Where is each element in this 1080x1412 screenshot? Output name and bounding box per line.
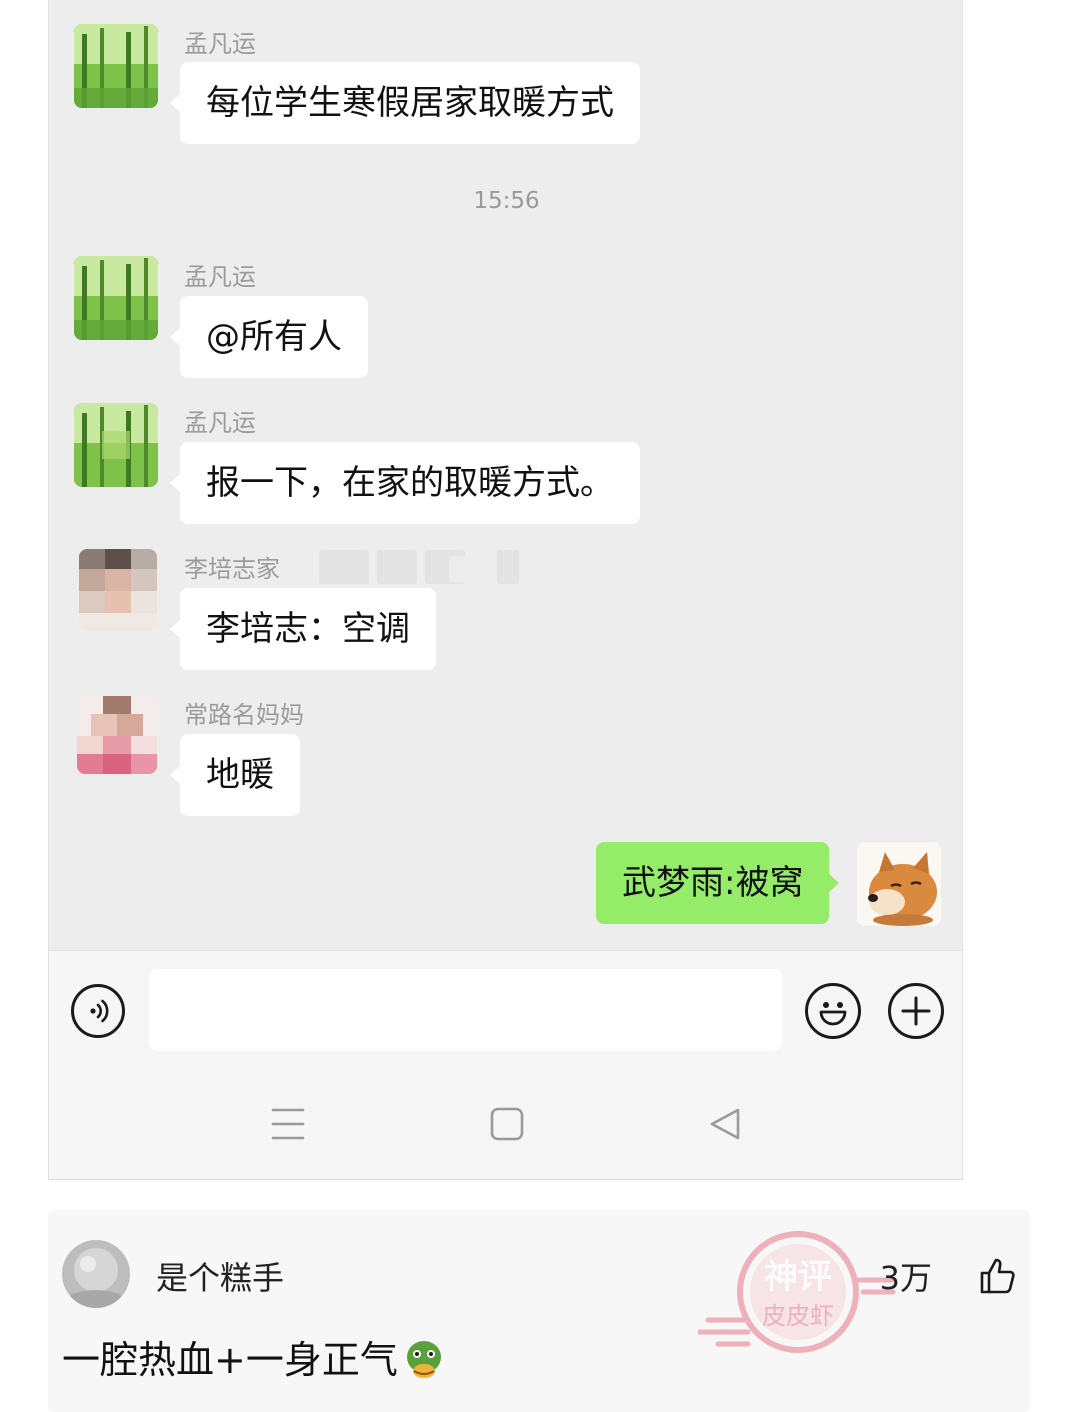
sender-name: 孟凡运 (184, 30, 256, 58)
avatar-forest[interactable] (74, 256, 158, 340)
menu-icon[interactable] (271, 1106, 305, 1142)
commenter-name[interactable]: 是个糕手 (156, 1258, 284, 1298)
thumbs-up-icon[interactable] (978, 1256, 1018, 1296)
message-bubble[interactable]: 每位学生寒假居家取暖方式 (170, 62, 640, 144)
comment-text: 一腔热血+一身正气 (62, 1336, 446, 1384)
commenter-avatar[interactable] (62, 1240, 130, 1308)
message-bubble[interactable]: 李培志：空调 (170, 588, 436, 670)
stamp-watermark: 神评 皮皮虾 (698, 1231, 896, 1353)
like-count: 3万 (879, 1259, 932, 1297)
blurred-name (377, 550, 417, 584)
svg-text:皮皮虾: 皮皮虾 (762, 1302, 834, 1330)
sender-name: 李培志家 (184, 555, 280, 583)
blurred-name (497, 550, 519, 584)
plus-icon[interactable] (888, 983, 944, 1039)
message-bubble[interactable]: @所有人 (170, 296, 368, 378)
avatar-shiba-dog[interactable] (857, 842, 941, 926)
chat-timestamp: 15:56 (473, 188, 540, 214)
svg-text:神评: 神评 (764, 1257, 832, 1297)
sender-name: 常路名妈妈 (184, 701, 304, 729)
message-input[interactable] (149, 969, 782, 1051)
sender-name: 孟凡运 (184, 263, 256, 291)
system-nav-bar (49, 1068, 962, 1179)
turtle-emoji-icon (406, 1341, 441, 1378)
message-bubble[interactable]: 报一下，在家的取暖方式。 (170, 442, 640, 524)
avatar-pixelated[interactable] (79, 549, 157, 631)
chat-area: 孟凡运 每位学生寒假居家取暖方式 15:56 孟凡运 @所有人 孟凡运 报一下，… (49, 0, 962, 950)
input-bar (49, 950, 962, 1068)
avatar-forest[interactable] (74, 24, 158, 108)
blurred-name (319, 550, 369, 584)
comment-text-content: 一腔热血+一身正气 (62, 1338, 398, 1382)
comment-card: 是个糕手 神评 皮皮虾 3万 一腔热血+一身正气 (48, 1210, 1030, 1412)
back-triangle-icon[interactable] (708, 1107, 742, 1141)
home-square-icon[interactable] (490, 1107, 524, 1141)
my-message-bubble[interactable]: 武梦雨:被窝 (596, 842, 840, 924)
chat-screenshot: 孟凡运 每位学生寒假居家取暖方式 15:56 孟凡运 @所有人 孟凡运 报一下，… (48, 0, 963, 1180)
sender-name: 孟凡运 (184, 409, 256, 437)
voice-icon[interactable] (71, 984, 125, 1038)
avatar-forest[interactable] (74, 403, 158, 487)
smiley-icon[interactable] (805, 983, 861, 1039)
avatar-pixelated[interactable] (77, 696, 157, 774)
blurred-name (449, 556, 469, 582)
message-bubble[interactable]: 地暖 (170, 734, 300, 816)
